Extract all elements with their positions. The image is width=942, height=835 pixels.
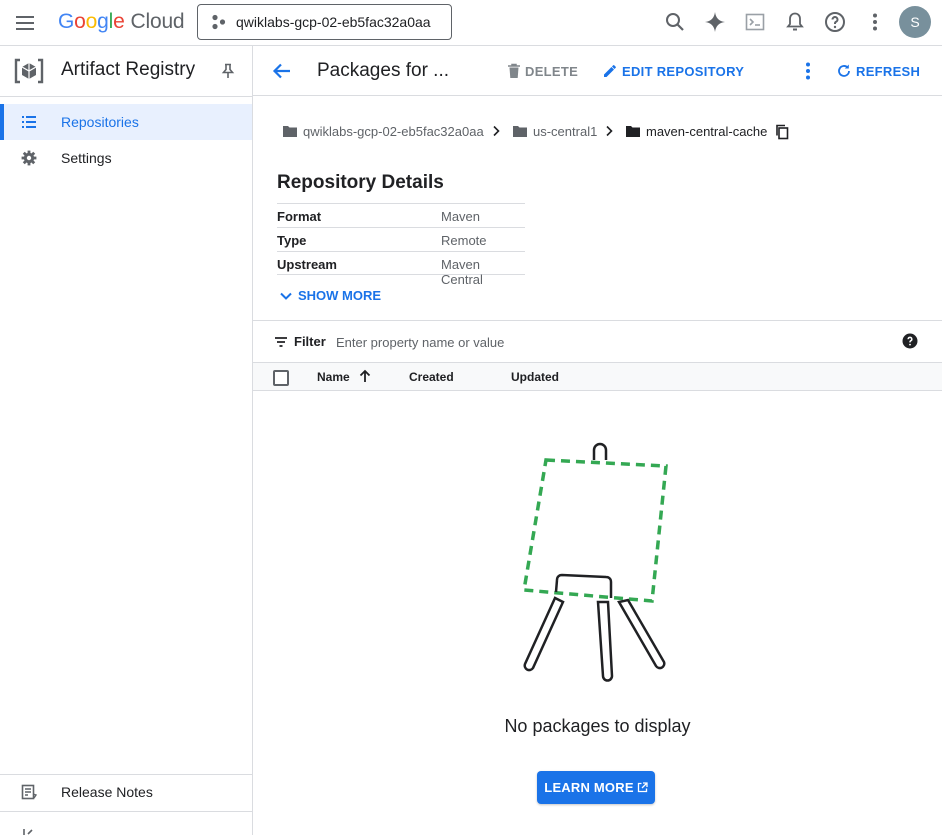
divider xyxy=(0,96,252,97)
details-row: Format Maven xyxy=(277,203,525,227)
select-all-checkbox[interactable] xyxy=(273,370,289,386)
sidebar-item-release-notes[interactable]: Release Notes xyxy=(0,774,252,810)
column-header-created[interactable]: Created xyxy=(409,370,454,384)
avatar[interactable]: S xyxy=(899,6,931,38)
release-notes-icon xyxy=(19,782,39,802)
menu-icon[interactable] xyxy=(13,11,37,35)
sidebar: Artifact Registry Repositories Settings … xyxy=(0,46,253,835)
filter-bar: Filter xyxy=(253,320,942,362)
page-title: Packages for ... xyxy=(317,60,450,81)
logo-letter: e xyxy=(113,10,125,33)
help-icon[interactable] xyxy=(823,10,847,34)
refresh-label: REFRESH xyxy=(856,63,921,79)
empty-state-message: No packages to display xyxy=(504,716,691,736)
notifications-icon[interactable] xyxy=(783,10,807,34)
show-more-label: SHOW MORE xyxy=(298,288,382,303)
more-vert-icon[interactable] xyxy=(863,10,887,34)
chevron-down-icon xyxy=(280,292,292,300)
details-value: Maven Central xyxy=(441,257,483,287)
project-picker-icon xyxy=(210,13,228,31)
artifact-registry-icon xyxy=(13,57,45,85)
sidebar-item-settings[interactable]: Settings xyxy=(0,140,252,176)
copy-icon[interactable] xyxy=(775,124,789,140)
list-icon xyxy=(19,112,39,132)
external-link-icon xyxy=(637,782,648,793)
logo-letter: o xyxy=(85,10,98,33)
project-picker[interactable]: qwiklabs-gcp-02-eb5fac32a0aa xyxy=(197,4,452,40)
breadcrumb-location[interactable]: us-central1 xyxy=(513,123,597,139)
project-name: qwiklabs-gcp-02-eb5fac32a0aa xyxy=(236,14,431,30)
folder-icon xyxy=(513,126,527,137)
breadcrumb-project[interactable]: qwiklabs-gcp-02-eb5fac32a0aa xyxy=(283,123,484,139)
column-header-name[interactable]: Name xyxy=(317,370,350,384)
table-header: Name Created Updated xyxy=(253,362,942,391)
repository-details-title: Repository Details xyxy=(277,172,444,193)
details-row: Upstream Maven Central xyxy=(277,251,525,287)
sidebar-item-label: Repositories xyxy=(61,114,139,130)
learn-more-label: LEARN MORE xyxy=(544,780,634,795)
sidebar-header: Artifact Registry xyxy=(0,46,252,96)
learn-more-button[interactable]: LEARN MORE xyxy=(537,771,655,804)
logo-letter: o xyxy=(74,10,86,33)
more-actions-icon[interactable] xyxy=(796,59,820,83)
breadcrumb-label: qwiklabs-gcp-02-eb5fac32a0aa xyxy=(303,123,484,139)
edit-repository-button[interactable]: EDIT REPOSITORY xyxy=(602,62,744,80)
column-header-updated[interactable]: Updated xyxy=(511,370,559,384)
refresh-button[interactable]: REFRESH xyxy=(836,62,920,80)
sidebar-item-label: Release Notes xyxy=(61,784,153,800)
sort-ascending-icon[interactable] xyxy=(357,368,373,384)
chevron-right-icon xyxy=(489,124,503,138)
details-value: Remote xyxy=(441,233,487,248)
sidebar-title: Artifact Registry xyxy=(61,59,196,80)
breadcrumb-repository: maven-central-cache xyxy=(626,123,767,139)
breadcrumb-label: us-central1 xyxy=(533,123,598,139)
google-cloud-logo[interactable]: Google Cloud xyxy=(58,9,185,35)
refresh-icon xyxy=(838,64,850,77)
show-more-button[interactable]: SHOW MORE xyxy=(279,288,381,303)
sidebar-item-repositories[interactable]: Repositories xyxy=(0,104,252,140)
help-icon[interactable] xyxy=(902,333,918,349)
trash-icon xyxy=(508,63,520,78)
logo-cloud-word: Cloud xyxy=(130,10,185,33)
details-row: Type Remote xyxy=(277,227,525,251)
delete-label: DELETE xyxy=(525,63,579,79)
logo-letter: G xyxy=(58,10,75,33)
repository-details-table: Format Maven Type Remote Upstream Maven … xyxy=(277,203,525,287)
gemini-spark-icon[interactable] xyxy=(703,10,727,34)
divider xyxy=(0,811,252,812)
breadcrumb-label: maven-central-cache xyxy=(646,123,768,139)
top-bar: Google Cloud qwiklabs-gcp-02-eb5fac32a0aa… xyxy=(0,0,942,46)
gear-icon xyxy=(19,148,39,168)
cloud-shell-icon[interactable] xyxy=(743,10,767,34)
search-icon[interactable] xyxy=(663,10,687,34)
filter-icon xyxy=(273,334,289,350)
details-value: Maven xyxy=(441,209,481,224)
folder-icon xyxy=(626,126,640,137)
edit-repository-label: EDIT REPOSITORY xyxy=(622,63,745,79)
sidebar-item-label: Settings xyxy=(61,150,112,166)
details-key: Upstream xyxy=(277,257,337,272)
page-header: Packages for ... DELETE EDIT REPOSITORY … xyxy=(253,46,942,96)
pin-icon[interactable] xyxy=(219,62,237,80)
back-arrow-icon[interactable] xyxy=(270,59,294,83)
logo-letter: g xyxy=(97,10,109,33)
chevron-right-icon xyxy=(602,124,616,138)
filter-input[interactable] xyxy=(336,330,756,354)
empty-easel-illustration xyxy=(515,440,675,686)
filter-label: Filter xyxy=(294,334,326,349)
details-key: Format xyxy=(277,209,322,224)
details-key: Type xyxy=(277,233,307,248)
folder-icon xyxy=(283,126,297,137)
collapse-sidebar-icon[interactable] xyxy=(22,829,36,835)
pencil-icon xyxy=(604,65,616,77)
delete-button[interactable]: DELETE xyxy=(507,62,578,80)
